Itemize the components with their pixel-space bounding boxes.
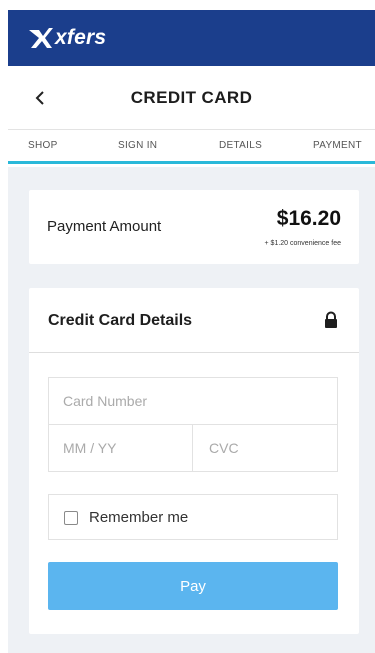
expiry-input[interactable] bbox=[63, 425, 192, 471]
brand-name: xfers bbox=[55, 26, 107, 49]
payment-amount-card: Payment Amount $16.20 + $1.20 convenienc… bbox=[29, 190, 359, 264]
payment-amount-label: Payment Amount bbox=[47, 218, 162, 235]
card-input-group bbox=[48, 377, 338, 472]
pay-button[interactable]: Pay bbox=[48, 562, 338, 610]
step-details: DETAILS bbox=[219, 140, 263, 151]
credit-card-details-title: Credit Card Details bbox=[48, 312, 193, 329]
expiry-field[interactable] bbox=[49, 425, 193, 471]
remember-me-option[interactable]: Remember me bbox=[48, 494, 338, 540]
xfers-logo-icon bbox=[29, 28, 53, 48]
checkout-steps: SHOP SIGN IN DETAILS PAYMENT bbox=[8, 130, 375, 164]
card-number-input[interactable] bbox=[63, 378, 337, 424]
brand-logo[interactable]: xfers bbox=[28, 26, 106, 50]
main-content: Payment Amount $16.20 + $1.20 convenienc… bbox=[8, 167, 375, 653]
cvc-input[interactable] bbox=[209, 425, 337, 471]
credit-card-details-card: Credit Card Details Remember me Pay bbox=[29, 288, 359, 634]
credit-card-details-header: Credit Card Details bbox=[29, 288, 359, 353]
step-shop: SHOP bbox=[28, 140, 58, 151]
remember-me-label[interactable]: Remember me bbox=[89, 509, 188, 526]
convenience-fee-note: + $1.20 convenience fee bbox=[264, 240, 341, 247]
payment-amount-value: $16.20 bbox=[276, 207, 341, 230]
cvc-field[interactable] bbox=[194, 425, 337, 471]
card-number-field[interactable] bbox=[49, 378, 337, 425]
page-title: CREDIT CARD bbox=[130, 88, 253, 107]
title-bar: CREDIT CARD bbox=[8, 66, 375, 130]
lock-icon bbox=[325, 311, 337, 328]
step-sign-in: SIGN IN bbox=[118, 140, 158, 151]
app-header: xfers bbox=[8, 10, 375, 66]
step-payment: PAYMENT bbox=[313, 140, 362, 151]
remember-me-checkbox[interactable] bbox=[64, 511, 78, 525]
